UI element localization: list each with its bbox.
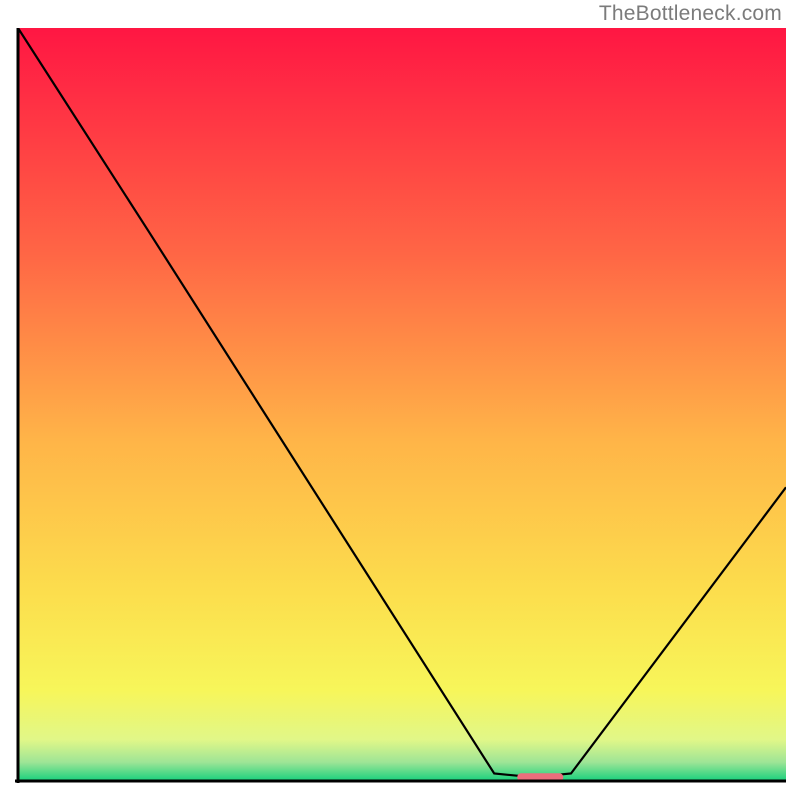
chart-background [18,28,786,781]
attribution-text: TheBottleneck.com [599,2,782,26]
chart-svg [15,28,786,785]
bottleneck-chart [15,28,786,785]
